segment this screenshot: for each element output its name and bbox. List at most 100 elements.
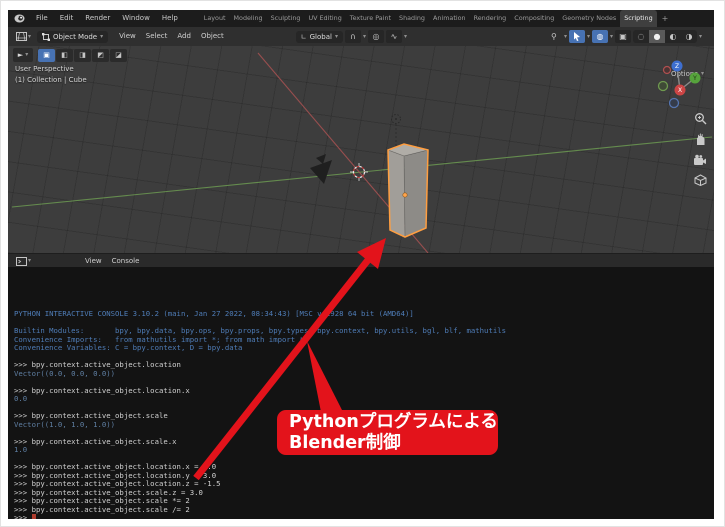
y-axis-line: [11, 136, 713, 208]
cube-object: [387, 143, 429, 238]
callout-line2: Blender制御: [289, 433, 401, 453]
gizmo-axis-neg-z: [668, 97, 680, 109]
editor-type-button[interactable]: ▾: [13, 31, 34, 42]
viewport-nav-buttons: [693, 112, 707, 186]
wireframe-sphere-icon: ◌: [637, 32, 645, 41]
menu-item[interactable]: File: [30, 10, 54, 27]
menu-item[interactable]: Console: [107, 254, 145, 268]
gizmo-axis-neg-x: [662, 65, 672, 75]
select-mode-invert-button[interactable]: ◩: [92, 48, 109, 62]
viewport-editor-icon: [16, 32, 27, 41]
object-origin-dot: [402, 192, 408, 198]
proportional-icon: ◎: [372, 32, 380, 41]
menu-item[interactable]: Render: [79, 10, 116, 27]
key-icon: ⚲: [551, 32, 557, 41]
active-object-label: (1) Collection | Cube: [15, 76, 87, 84]
workspace-tab[interactable]: Rendering: [470, 10, 511, 27]
workspace-tab[interactable]: Sculpting: [267, 10, 305, 27]
workspace-tab[interactable]: Modeling: [230, 10, 267, 27]
xray-icon: ▣: [619, 32, 627, 41]
select-mode-new-button[interactable]: ▣: [38, 48, 55, 62]
falloff-icon: ∿: [390, 32, 398, 41]
console-line: Convenience Variables: C = bpy.context, …: [14, 343, 243, 352]
menu-item[interactable]: Object: [196, 27, 229, 46]
chevron-down-icon[interactable]: ▾: [404, 33, 407, 40]
select-mode-subtract-button[interactable]: ◨: [74, 48, 91, 62]
orientation-icon: ∟: [300, 32, 307, 41]
console-line: >>> bpy.context.active_object.location: [14, 360, 181, 369]
viewport-3d[interactable]: ► ▾ ▣ ◧ ◨ ◩ ◪ Options ▾ User Perspective…: [8, 46, 714, 253]
workspace-tab[interactable]: Texture Paint: [346, 10, 395, 27]
shading-rendered-button[interactable]: ◑: [681, 30, 697, 43]
chevron-down-icon[interactable]: ▾: [587, 33, 590, 40]
blender-logo-icon[interactable]: [13, 12, 26, 25]
show-overlays-toggle[interactable]: ◍: [591, 30, 608, 43]
falloff-button[interactable]: ∿: [386, 30, 402, 43]
chevron-down-icon: ▾: [28, 257, 32, 264]
console-line: >>> bpy.context.active_object.location.x: [14, 385, 190, 395]
show-gizmo-toggle[interactable]: [568, 30, 585, 43]
mode-select[interactable]: Object Mode ▾: [37, 30, 109, 43]
orientation-select[interactable]: ∟ Global ▾: [295, 30, 343, 43]
view-perspective-label: User Perspective: [15, 65, 74, 73]
transform-settings: ∟ Global ▾ ∩ ▾ ◎ ∿ ▾: [293, 30, 407, 43]
console-menus: View Console: [80, 254, 144, 268]
cursor-arrow-icon: [573, 32, 580, 41]
menu-item[interactable]: View: [114, 27, 141, 46]
orthographic-toggle-button[interactable]: [694, 174, 707, 186]
workspace-tab[interactable]: Shading: [395, 10, 429, 27]
workspace-tab[interactable]: Layout: [200, 10, 230, 27]
active-tool-button[interactable]: ► ▾: [13, 48, 33, 62]
proportional-editing-toggle[interactable]: ◎: [368, 30, 384, 43]
zoom-button[interactable]: [694, 112, 707, 125]
workspace-tab[interactable]: Scripting: [620, 10, 657, 27]
menu-item[interactable]: Add: [172, 27, 196, 46]
menu-item[interactable]: Select: [141, 27, 173, 46]
menu-item[interactable]: Edit: [54, 10, 80, 27]
viewport-menus: View Select Add Object: [114, 27, 229, 46]
workspace-tab[interactable]: Animation: [429, 10, 470, 27]
gizmo-y-label: Y: [692, 75, 697, 82]
camera-view-button[interactable]: [693, 154, 707, 166]
console-prompt-line[interactable]: >>>: [8, 513, 714, 519]
camera-object: [310, 154, 332, 184]
orientation-label: Global: [309, 32, 332, 41]
chevron-down-icon[interactable]: ▾: [363, 33, 366, 40]
menu-item[interactable]: Help: [156, 10, 184, 27]
add-workspace-button[interactable]: +: [657, 14, 674, 23]
python-console[interactable]: PYTHON INTERACTIVE CONSOLE 3.10.2 (main,…: [8, 267, 714, 519]
gizmos-toggle[interactable]: ⚲: [546, 30, 562, 43]
workspace-tab[interactable]: Geometry Nodes: [558, 10, 620, 27]
console-editor-type-button[interactable]: ▾: [13, 256, 34, 267]
menu-item[interactable]: View: [80, 254, 107, 268]
rendered-sphere-icon: ◑: [685, 32, 693, 41]
chevron-down-icon: ▾: [28, 32, 32, 40]
snap-toggle[interactable]: ∩: [344, 30, 361, 43]
annotation-callout: Pythonプログラムによる Blender制御: [277, 410, 498, 455]
light-object: [391, 114, 401, 158]
xray-toggle[interactable]: ▣: [614, 30, 631, 43]
navigation-gizmo[interactable]: Z Y X: [652, 54, 708, 116]
pan-hand-button[interactable]: [694, 133, 707, 146]
workspace-tab[interactable]: Compositing: [510, 10, 558, 27]
console-line: PYTHON INTERACTIVE CONSOLE 3.10.2 (main,…: [14, 309, 414, 318]
cursor-3d-icon: [350, 163, 368, 181]
console-line: Vector((0.0, 0.0, 0.0)): [14, 368, 116, 378]
menu-item[interactable]: Window: [116, 10, 156, 27]
chevron-down-icon[interactable]: ▾: [564, 33, 567, 40]
chevron-down-icon[interactable]: ▾: [699, 33, 702, 40]
console-editor-icon: [16, 256, 27, 266]
viewport-display-settings: ⚲ ▾ ▾ ◍ ▾ ▣ ◌ ● ◐ ◑ ▾: [546, 30, 702, 43]
workspace-tab[interactable]: UV Editing: [304, 10, 345, 27]
shading-material-button[interactable]: ◐: [665, 30, 681, 43]
select-mode-intersect-button[interactable]: ◪: [110, 48, 127, 62]
chevron-down-icon[interactable]: ▾: [610, 33, 613, 40]
solid-sphere-icon: ●: [653, 32, 661, 41]
shading-wireframe-button[interactable]: ◌: [633, 30, 649, 43]
shading-solid-button[interactable]: ●: [648, 30, 665, 43]
select-mode-extend-button[interactable]: ◧: [56, 48, 73, 62]
chevron-down-icon: ▾: [100, 32, 104, 40]
prompt-label: >>>: [14, 513, 32, 519]
text-cursor: [31, 514, 36, 519]
viewport-scene: [11, 52, 713, 253]
